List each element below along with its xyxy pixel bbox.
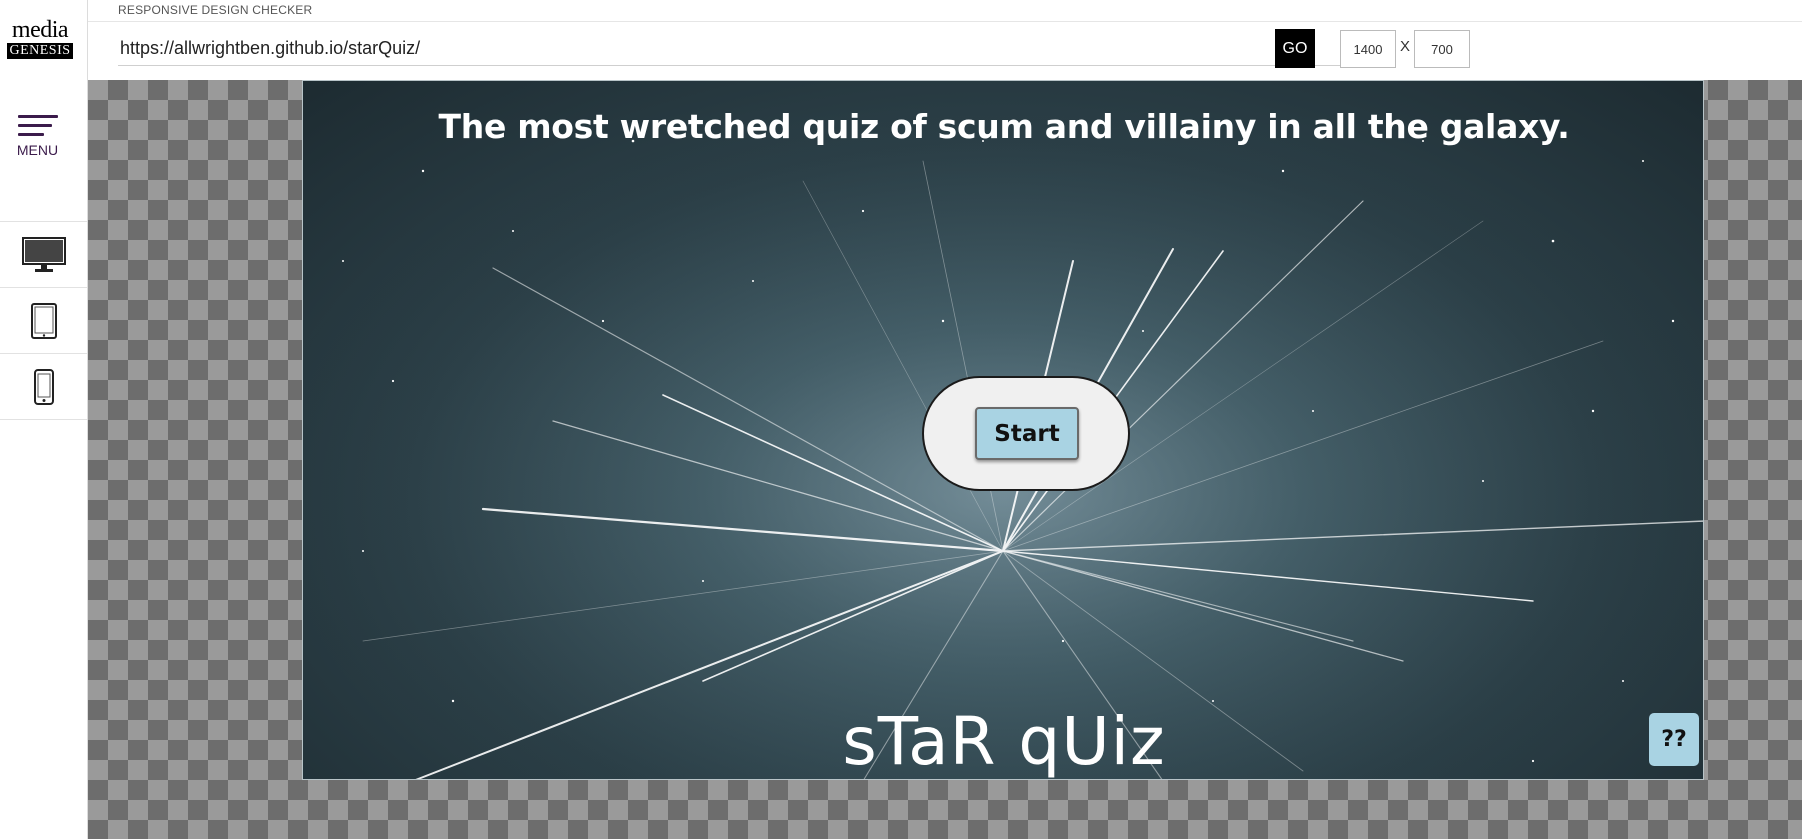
- desktop-view-button[interactable]: [0, 221, 87, 287]
- go-button[interactable]: GO: [1275, 29, 1315, 68]
- left-sidebar: media GENESIS MENU: [0, 0, 88, 839]
- top-toolbar: RESPONSIVE DESIGN CHECKER GO X: [88, 0, 1802, 80]
- logo-line-2: GENESIS: [7, 43, 73, 59]
- width-input[interactable]: [1340, 30, 1396, 68]
- menu-label: MENU: [16, 142, 59, 158]
- hamburger-icon: [17, 115, 58, 136]
- app-title: RESPONSIVE DESIGN CHECKER: [118, 3, 313, 17]
- menu-button[interactable]: MENU: [0, 110, 75, 158]
- height-input[interactable]: [1414, 30, 1470, 68]
- url-input[interactable]: [118, 32, 1358, 66]
- tablet-icon: [30, 302, 57, 339]
- tablet-view-button[interactable]: [0, 287, 87, 353]
- start-button[interactable]: Start: [975, 407, 1079, 460]
- logo-line-1: media: [11, 17, 69, 43]
- quiz-headline: The most wretched quiz of scum and villa…: [438, 107, 1570, 146]
- toolbar-divider: [88, 21, 1802, 22]
- dimension-separator: X: [1400, 38, 1411, 55]
- phone-view-button[interactable]: [0, 353, 87, 420]
- media-genesis-logo[interactable]: media GENESIS: [7, 17, 73, 59]
- site-preview-frame[interactable]: The most wretched quiz of scum and villa…: [302, 80, 1704, 780]
- desktop-monitor-icon: [21, 236, 66, 272]
- start-container: Start: [922, 376, 1130, 491]
- star-quiz-title: sTaR qUiz: [842, 703, 1166, 780]
- mobile-phone-icon: [33, 368, 54, 405]
- help-button[interactable]: ??: [1649, 713, 1699, 766]
